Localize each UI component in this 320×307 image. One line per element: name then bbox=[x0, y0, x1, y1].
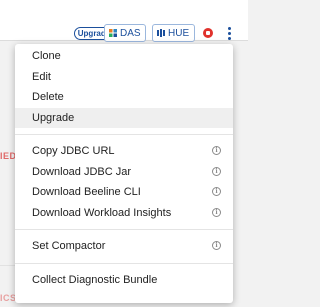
menu-item-set-compactor[interactable]: Set Compactor i bbox=[15, 236, 233, 257]
menu-item-copy-jdbc-url[interactable]: Copy JDBC URL i bbox=[15, 141, 233, 162]
menu-item-download-jdbc-jar[interactable]: Download JDBC Jar i bbox=[15, 162, 233, 183]
menu-item-collect-diagnostic-bundle[interactable]: Collect Diagnostic Bundle bbox=[15, 270, 233, 291]
menu-item-label: Copy JDBC URL bbox=[32, 145, 115, 157]
das-label: DAS bbox=[120, 27, 141, 39]
menu-item-label: Edit bbox=[32, 70, 51, 83]
hue-label: HUE bbox=[168, 27, 190, 39]
menu-item-download-workload-insights[interactable]: Download Workload Insights i bbox=[15, 203, 233, 224]
menu-item-download-beeline-cli[interactable]: Download Beeline CLI i bbox=[15, 182, 233, 203]
info-icon[interactable]: i bbox=[212, 241, 221, 250]
hue-button[interactable]: HUE bbox=[152, 24, 195, 42]
menu-divider bbox=[15, 262, 233, 264]
actions-dropdown-menu: Clone Edit Delete Upgrade Copy JDBC URL … bbox=[15, 44, 233, 303]
menu-item-upgrade[interactable]: Upgrade bbox=[15, 107, 233, 128]
info-icon[interactable]: i bbox=[212, 146, 221, 155]
das-icon bbox=[109, 29, 117, 37]
menu-item-label: Download Workload Insights bbox=[32, 206, 172, 219]
menu-item-clone[interactable]: Clone bbox=[15, 46, 233, 67]
info-icon[interactable]: i bbox=[212, 207, 221, 217]
menu-item-label: Download JDBC Jar bbox=[32, 165, 132, 178]
stop-icon[interactable] bbox=[203, 28, 213, 38]
info-icon[interactable]: i bbox=[212, 187, 221, 196]
menu-item-label: Delete bbox=[32, 91, 64, 103]
background-divider bbox=[0, 265, 16, 266]
header-bar: Upgrade DAS HUE bbox=[0, 0, 248, 42]
menu-item-edit[interactable]: Edit bbox=[15, 67, 233, 88]
menu-item-label: Upgrade bbox=[32, 111, 75, 124]
info-icon[interactable]: i bbox=[212, 166, 221, 176]
menu-item-label: Set Compactor bbox=[32, 240, 106, 252]
menu-item-label: Download Beeline CLI bbox=[32, 186, 141, 198]
menu-divider bbox=[15, 229, 233, 230]
das-button[interactable]: DAS bbox=[104, 24, 146, 42]
kebab-menu-icon[interactable] bbox=[223, 24, 235, 42]
menu-item-label: Collect Diagnostic Bundle bbox=[32, 273, 158, 286]
hue-icon bbox=[157, 29, 165, 37]
menu-divider bbox=[15, 134, 233, 135]
page: Upgrade DAS HUE IED ICS Clone Edit Delet… bbox=[0, 0, 248, 307]
menu-item-delete[interactable]: Delete bbox=[15, 87, 233, 108]
menu-item-label: Clone bbox=[32, 50, 61, 62]
